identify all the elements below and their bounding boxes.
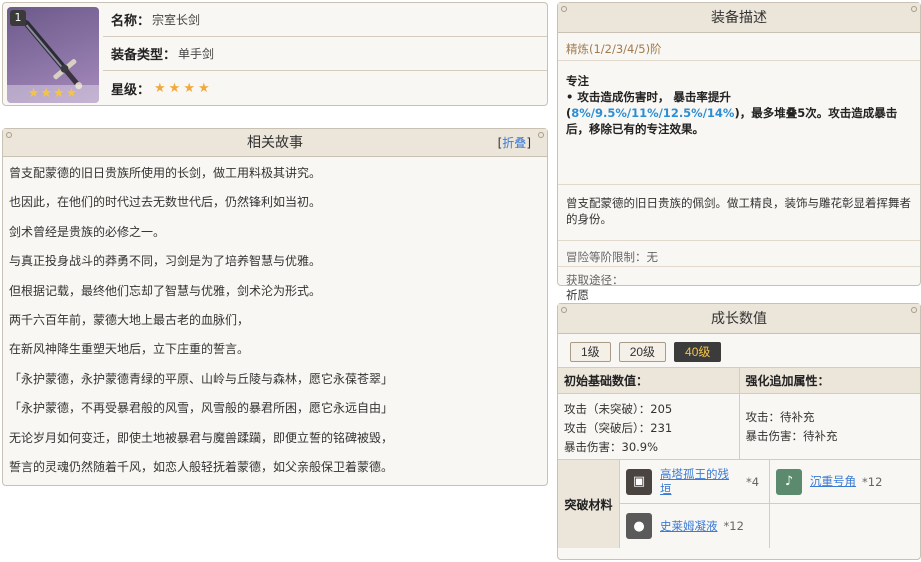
story-line: 两千六百年前，蒙德大地上最古老的血脉们， <box>9 312 250 327</box>
weapon-info-panel: 1 ★★★★ 名称： 宗室长剑 装备类型： 单手剑 星级： ★★★★ <box>2 2 548 106</box>
story-title: 相关故事 <box>247 135 303 151</box>
material-item: ♪ 沉重号角 *12 <box>770 460 920 504</box>
growth-panel: 成长数值 1级 20级 40级 初始基础数值： 攻击（未突破）：205 攻击（突… <box>557 303 921 560</box>
name-label: 名称： <box>111 14 151 29</box>
bonus-stats: 强化追加属性： 攻击：待补充 暴击伤害：待补充 <box>738 368 920 459</box>
story-line: 无论岁月如何变迁，即使土地被暴君与魔兽蹂躏，即便立誓的铭碑被毁， <box>9 430 394 445</box>
weapon-thumbnail: 1 ★★★★ <box>7 7 99 103</box>
level-tab-20[interactable]: 20级 <box>618 342 667 362</box>
base-stat-line: 暴击伤害：30.9% <box>564 440 659 454</box>
type-label: 装备类型： <box>111 48 177 63</box>
fold-link[interactable]: 折叠 <box>502 136 526 150</box>
thumbnail-stars: ★★★★ <box>7 85 99 103</box>
obtain-value: 祈愿 <box>566 288 589 302</box>
effect-values: 8%/9.5%/11%/12.5%/14% <box>571 106 735 120</box>
heavy-horn-icon: ♪ <box>776 468 802 495</box>
name-value: 宗室长剑 <box>152 13 201 27</box>
material-link[interactable]: 沉重号角 <box>810 474 856 489</box>
story-line: 也因此，在他们的时代过去无数世代后，仍然锋利如当初。 <box>9 195 322 210</box>
flavor-text: 曾支配蒙德的旧日贵族的佩剑。做工精良，装饰与雕花彰显着挥舞者的身份。 <box>558 185 920 241</box>
bonus-stat-line: 暴击伤害：待补充 <box>745 429 838 443</box>
rarity-label: 星级： <box>111 82 151 98</box>
name-row: 名称： 宗室长剑 <box>103 3 547 37</box>
material-link[interactable]: 史莱姆凝液 <box>660 519 718 534</box>
story-line: 曾支配蒙德的旧日贵族所使用的长剑，做工用料极其讲究。 <box>9 166 322 180</box>
material-item: ● 史莱姆凝液 *12 <box>620 504 770 548</box>
refine-label: 精炼(1/2/3/4/5)阶 <box>558 33 920 61</box>
story-line: 剑术曾经是贵族的必修之一。 <box>9 224 166 239</box>
material-count: *12 <box>862 474 883 489</box>
story-header: 相关故事 [折叠] <box>3 129 547 157</box>
obtain-label: 获取途径： <box>566 273 624 287</box>
story-line: 「永护蒙德，不再受暴君般的风雪，风雪般的暴君所困，愿它永远自由」 <box>9 401 394 416</box>
story-line: 誓言的灵魂仍然随着千风，如恋人般轻抚着蒙德，如父亲般保卫着蒙德。 <box>9 459 394 474</box>
growth-header: 成长数值 <box>558 304 920 334</box>
rarity-stars: ★★★★ <box>154 80 213 96</box>
fold-bracket-close: ] <box>526 136 531 150</box>
tower-fragment-icon: ▣ <box>626 468 652 495</box>
base-stat-line: 攻击（未突破）：205 <box>564 402 673 416</box>
type-row: 装备类型： 单手剑 <box>103 37 547 71</box>
adventure-rank-limit: 冒险等阶限制：无 <box>558 241 920 267</box>
obtain-method: 获取途径： 祈愿 <box>558 267 920 303</box>
story-line: 但根据记载，最终他们忘却了智慧与优雅，剑术沦为形式。 <box>9 283 322 298</box>
effect-block: 专注 • 攻击造成伤害时， 暴击率提升(8%/9.5%/11%/12.5%/14… <box>558 61 920 185</box>
story-text: 曾支配蒙德的旧日贵族所使用的长剑，做工用料极其讲究。 也因此，在他们的时代过去无数… <box>3 157 547 488</box>
slime-condensate-icon: ● <box>626 513 652 539</box>
material-empty <box>770 504 920 548</box>
story-line: 与真正投身战斗的莽勇不同，习剑是为了培养智慧与优雅。 <box>9 254 322 269</box>
refinement-badge: 1 <box>10 10 26 26</box>
rarity-row: 星级： ★★★★ <box>103 71 547 105</box>
effect-text: • 攻击造成伤害时， 暴击率提升(8%/9.5%/11%/12.5%/14%)，… <box>566 89 912 137</box>
materials-label: 突破材料 <box>558 460 620 548</box>
story-panel: 相关故事 [折叠] 曾支配蒙德的旧日贵族所使用的长剑，做工用料极其讲究。 也因此，… <box>2 128 548 486</box>
base-stat-line: 攻击（突破后）：231 <box>564 421 673 435</box>
bonus-stat-line: 攻击：待补充 <box>745 410 815 424</box>
stats-table: 初始基础数值： 攻击（未突破）：205 攻击（突破后）：231 暴击伤害：30.… <box>558 368 920 460</box>
base-stats-header: 初始基础数值： <box>558 368 739 394</box>
story-line: 「永护蒙德，永护蒙德青绿的平原、山岭与丘陵与森林，愿它永葆苍翠」 <box>9 371 394 386</box>
description-panel: 装备描述 精炼(1/2/3/4/5)阶 专注 • 攻击造成伤害时， 暴击率提升(… <box>557 2 921 302</box>
story-line: 在新风神降生重塑天地后，立下庄重的誓言。 <box>9 342 250 357</box>
growth-title: 成长数值 <box>711 311 767 327</box>
effect-title: 专注 <box>566 74 589 88</box>
level-tab-1[interactable]: 1级 <box>570 342 611 362</box>
material-link[interactable]: 高塔孤王的残垣 <box>660 467 740 497</box>
type-value: 单手剑 <box>178 47 215 61</box>
level-tab-40[interactable]: 40级 <box>674 342 722 362</box>
base-stats: 初始基础数值： 攻击（未突破）：205 攻击（突破后）：231 暴击伤害：30.… <box>558 368 739 459</box>
description-title: 装备描述 <box>711 10 767 26</box>
description-header: 装备描述 <box>558 3 920 33</box>
level-tabs: 1级 20级 40级 <box>558 334 920 368</box>
material-count: *4 <box>746 474 760 489</box>
material-item: ▣ 高塔孤王的残垣 *4 <box>620 460 770 504</box>
bonus-stats-header: 强化追加属性： <box>739 368 920 394</box>
fold-toggle: [折叠] <box>498 129 531 157</box>
ascension-materials: 突破材料 ▣ 高塔孤王的残垣 *4 ♪ 沉重号角 *12 ● 史莱姆凝液 *12 <box>558 460 920 548</box>
material-count: *12 <box>723 519 744 533</box>
